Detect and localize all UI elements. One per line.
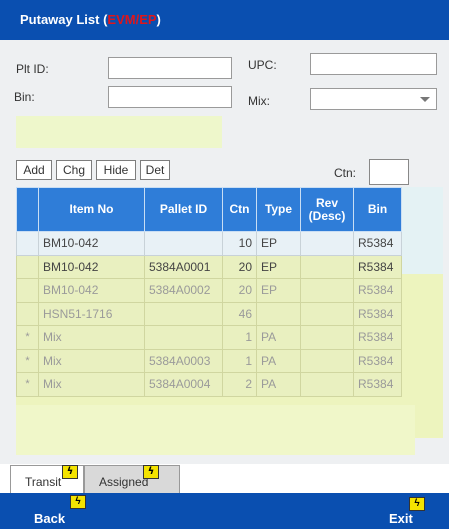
row-marker: * [16, 325, 39, 350]
mix-label: Mix: [248, 94, 270, 108]
upc-input[interactable] [310, 53, 437, 75]
item-no-cell: Mix [38, 348, 145, 373]
tab-assigned-label: Assigned [99, 475, 149, 489]
item-no-cell: Mix [38, 372, 145, 397]
type-cell: EP [256, 278, 301, 303]
title-mode: EVM/EP [107, 12, 157, 27]
bin-cell: R5384 [353, 278, 402, 303]
det-button[interactable]: Det [140, 160, 170, 180]
pallet-id-cell [144, 301, 223, 326]
pallet-id-cell: 5384A0003 [144, 348, 223, 373]
bin-input[interactable] [108, 86, 232, 108]
table-row[interactable]: * Mix 1 PA R5384 [16, 325, 402, 350]
plt-id-input[interactable] [108, 57, 232, 79]
type-cell [256, 301, 301, 326]
type-cell: PA [256, 325, 301, 350]
message-bar [16, 116, 222, 148]
row-marker [16, 231, 39, 256]
ctn-header[interactable]: Ctn [222, 187, 257, 232]
rev-cell [300, 301, 354, 326]
row-marker [16, 254, 39, 279]
item-no-cell: HSN51-1716 [38, 301, 145, 326]
table-row[interactable]: * Mix 5384A0004 2 PA R5384 [16, 372, 402, 397]
table-row[interactable]: * Mix 5384A0003 1 PA R5384 [16, 348, 402, 373]
rev-cell [300, 254, 354, 279]
item-no-cell: BM10-042 [38, 231, 145, 256]
chevron-down-icon [420, 97, 430, 102]
bin-header[interactable]: Bin [353, 187, 402, 232]
bin-cell: R5384 [353, 325, 402, 350]
type-cell: PA [256, 372, 301, 397]
type-header[interactable]: Type [256, 187, 301, 232]
rev-cell [300, 372, 354, 397]
main-panel: Plt ID: Bin: UPC: Mix: Add Chg Hide Det … [0, 40, 449, 464]
rev-header-line1: Rev [315, 195, 338, 210]
item-no-cell: BM10-042 [38, 254, 145, 279]
row-marker-header [16, 187, 39, 232]
row-marker: * [16, 348, 39, 373]
upc-label: UPC: [248, 58, 277, 72]
pallet-id-header[interactable]: Pallet ID [144, 187, 223, 232]
table-row[interactable]: BM10-042 5384A0002 20 EP R5384 [16, 278, 402, 303]
plt-id-label: Plt ID: [16, 62, 49, 76]
bin-cell: R5384 [353, 348, 402, 373]
bin-cell: R5384 [353, 301, 402, 326]
lightning-icon: ϟ [62, 465, 78, 479]
ctn-cell: 1 [222, 348, 257, 373]
rev-header-line2: (Desc) [308, 208, 346, 223]
chg-button[interactable]: Chg [56, 160, 92, 180]
table-row[interactable]: HSN51-1716 46 R5384 [16, 301, 402, 326]
type-cell: EP [256, 254, 301, 279]
pallet-id-cell: 5384A0001 [144, 254, 223, 279]
title-suffix: ) [156, 12, 161, 27]
item-no-cell: Mix [38, 325, 145, 350]
lightning-icon: ϟ [409, 497, 425, 511]
item-no-header[interactable]: Item No [38, 187, 145, 232]
rev-cell [300, 278, 354, 303]
hide-button[interactable]: Hide [96, 160, 136, 180]
rev-cell [300, 231, 354, 256]
row-marker [16, 278, 39, 303]
ctn-label: Ctn: [334, 166, 357, 180]
rev-desc-header[interactable]: Rev (Desc) [300, 187, 354, 232]
title-bar: Putaway List (EVM/EP) [0, 0, 449, 40]
grid-empty-area [16, 405, 415, 455]
ctn-cell: 2 [222, 372, 257, 397]
rev-cell [300, 325, 354, 350]
ctn-cell: 10 [222, 231, 257, 256]
bin-label: Bin: [14, 90, 35, 104]
pallet-id-cell: 5384A0002 [144, 278, 223, 303]
rev-cell [300, 348, 354, 373]
pallet-id-cell: 5384A0004 [144, 372, 223, 397]
bottom-bar: Back ϟ Exit ϟ [0, 493, 449, 529]
back-button[interactable]: Back [34, 511, 65, 526]
bin-cell: R5384 [353, 372, 402, 397]
ctn-cell: 20 [222, 278, 257, 303]
ctn-cell: 1 [222, 325, 257, 350]
lightning-icon: ϟ [70, 495, 86, 509]
ctn-input[interactable] [369, 159, 409, 185]
item-no-cell: BM10-042 [38, 278, 145, 303]
bin-cell: R5384 [353, 254, 402, 279]
ctn-cell: 20 [222, 254, 257, 279]
putaway-grid: Item No Pallet ID Ctn Type Rev (Desc) Bi… [16, 187, 402, 397]
type-cell: PA [256, 348, 301, 373]
row-marker [16, 301, 39, 326]
exit-button[interactable]: Exit [389, 511, 413, 526]
title-prefix: Putaway List ( [20, 12, 108, 27]
type-cell: EP [256, 231, 301, 256]
row-marker: * [16, 372, 39, 397]
table-row[interactable]: BM10-042 5384A0001 20 EP R5384 [16, 254, 402, 279]
ctn-cell: 46 [222, 301, 257, 326]
pallet-id-cell [144, 325, 223, 350]
bin-cell: R5384 [353, 231, 402, 256]
tab-transit-label: Transit [25, 475, 62, 489]
tab-assigned[interactable]: Assigned [84, 465, 180, 493]
add-button[interactable]: Add [16, 160, 52, 180]
mix-select[interactable] [310, 88, 437, 110]
lightning-icon: ϟ [143, 465, 159, 479]
table-row[interactable]: BM10-042 10 EP R5384 [16, 231, 402, 256]
pallet-id-cell [144, 231, 223, 256]
